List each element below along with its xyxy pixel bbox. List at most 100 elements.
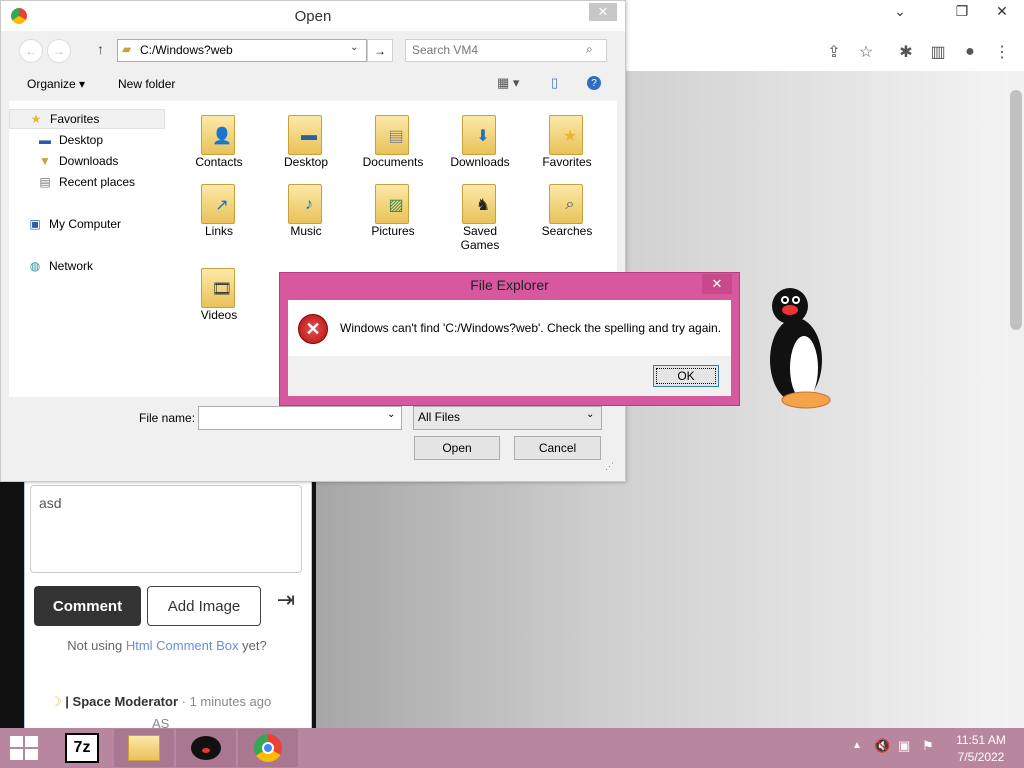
nav-desktop[interactable]: ▬ Desktop bbox=[37, 130, 103, 150]
page-scrollbar-thumb[interactable] bbox=[1010, 90, 1022, 330]
browser-close-button[interactable]: ✕ bbox=[986, 0, 1018, 22]
music-icon: ♪ bbox=[305, 196, 313, 213]
downloads-icon: ▼ bbox=[39, 154, 51, 168]
file-item-desktop[interactable]: ▬ Desktop bbox=[266, 109, 346, 169]
file-item-searches[interactable]: ⌕ Searches bbox=[527, 178, 607, 238]
preview-pane-icon[interactable]: ▯ bbox=[551, 75, 558, 91]
comment-meta: ☽ | Space Moderator · 1 minutes ago bbox=[50, 694, 271, 710]
nav-my-computer-label: My Computer bbox=[49, 217, 122, 231]
browser-minimize-button[interactable]: ⌄ bbox=[884, 0, 916, 22]
tray-time[interactable]: 11:51 AM bbox=[946, 733, 1016, 747]
open-dialog-close-button[interactable]: ✕ bbox=[589, 3, 617, 21]
address-text: C:/Windows?web bbox=[140, 43, 233, 57]
file-explorer-icon bbox=[128, 735, 160, 761]
file-item-documents[interactable]: ▤ Documents bbox=[353, 109, 433, 169]
help-icon[interactable]: ? bbox=[587, 76, 601, 90]
html-comment-box-link[interactable]: Html Comment Box bbox=[126, 638, 239, 653]
browser-restore-button[interactable]: ❐ bbox=[946, 0, 978, 22]
moderator-name[interactable]: | Space Moderator bbox=[65, 694, 178, 709]
chevron-down-icon[interactable]: ⌄ bbox=[350, 42, 358, 53]
nav-my-computer[interactable]: ▣ My Computer bbox=[27, 214, 121, 234]
navigation-pane: ★ Favorites ▬ Desktop ▼ Downloads ▤ Recent p… bbox=[9, 101, 169, 397]
file-label: Music bbox=[290, 224, 322, 238]
filetype-select[interactable]: All Files ⌄ bbox=[413, 406, 602, 430]
comment-textarea[interactable]: asd bbox=[30, 485, 302, 573]
documents-icon: ▤ bbox=[388, 128, 404, 145]
star-icon: ★ bbox=[30, 112, 42, 126]
search-input[interactable]: Search VM4 ⌕ bbox=[405, 39, 607, 62]
desktop-icon: ▬ bbox=[39, 133, 51, 147]
nav-favorites[interactable]: ★ Favorites bbox=[9, 109, 165, 129]
comment-time: · 1 minutes ago bbox=[181, 694, 272, 709]
go-arrow-icon[interactable]: → bbox=[367, 39, 393, 62]
search-icon[interactable]: ⌕ bbox=[586, 42, 593, 57]
7zip-icon: 7z bbox=[65, 733, 99, 763]
ok-button[interactable]: OK bbox=[653, 365, 719, 387]
volume-muted-icon[interactable]: 🔇 bbox=[874, 738, 890, 754]
file-label: Links bbox=[204, 224, 233, 238]
file-label: Favorites bbox=[542, 155, 592, 169]
computer-icon: ▣ bbox=[29, 217, 41, 231]
error-message: Windows can't find 'C:/Windows?web'. Che… bbox=[340, 321, 722, 335]
file-item-links[interactable]: ↗ Links bbox=[179, 178, 259, 238]
moon-icon: ☽ bbox=[50, 694, 62, 709]
error-icon: ✕ bbox=[298, 314, 328, 344]
tray-date[interactable]: 7/5/2022 bbox=[946, 750, 1016, 764]
filename-input[interactable]: ⌄ bbox=[198, 406, 402, 430]
file-item-pictures[interactable]: ▨ Pictures bbox=[353, 178, 433, 238]
view-options-icon[interactable]: ▦ ▾ bbox=[497, 75, 519, 91]
file-item-contacts[interactable]: 👤 Contacts bbox=[179, 109, 259, 169]
network-tray-icon[interactable]: ▣ bbox=[898, 738, 910, 754]
search-placeholder: Search VM4 bbox=[412, 43, 479, 57]
file-item-videos[interactable]: 🎞 Videos bbox=[179, 262, 259, 322]
nav-network-label: Network bbox=[49, 259, 94, 273]
error-dialog-title: File Explorer bbox=[470, 277, 549, 293]
taskbar-7zip[interactable]: 7z bbox=[52, 729, 112, 767]
error-dialog: File Explorer ✕ ✕ Windows can't find 'C:… bbox=[279, 272, 740, 406]
nav-recent-places[interactable]: ▤ Recent places bbox=[37, 172, 135, 192]
menu-icon[interactable]: ⋮ bbox=[990, 40, 1014, 64]
resize-grip-icon[interactable]: ⋰ bbox=[605, 461, 614, 472]
nav-downloads-label: Downloads bbox=[59, 154, 119, 168]
chevron-down-icon[interactable]: ⌄ bbox=[387, 409, 395, 420]
nav-network[interactable]: ◍ Network bbox=[27, 256, 93, 276]
desktop-icon: ▬ bbox=[301, 127, 317, 144]
action-center-icon[interactable]: ⚑ bbox=[922, 738, 934, 754]
address-bar[interactable]: ▰ C:/Windows?web ⌄ bbox=[117, 39, 367, 62]
cancel-button[interactable]: Cancel bbox=[514, 436, 601, 460]
login-icon[interactable]: ⇥ bbox=[272, 586, 300, 614]
taskbar-chrome[interactable] bbox=[238, 729, 298, 767]
file-item-music[interactable]: ♪ Music bbox=[266, 178, 346, 238]
file-item-downloads[interactable]: ⬇ Downloads bbox=[440, 109, 520, 169]
downloads-icon: ⬇ bbox=[476, 128, 490, 145]
organize-menu[interactable]: Organize ▾ bbox=[27, 77, 85, 91]
file-item-saved-games[interactable]: ♞ Saved Games bbox=[440, 178, 520, 252]
not-using-prefix: Not using bbox=[67, 638, 123, 653]
file-label: Documents bbox=[362, 155, 424, 169]
extensions-icon[interactable]: ✱ bbox=[894, 40, 918, 64]
error-dialog-body: ✕ Windows can't find 'C:/Windows?web'. C… bbox=[288, 300, 731, 356]
add-image-button[interactable]: Add Image bbox=[147, 586, 261, 626]
up-arrow-icon[interactable]: ↑ bbox=[97, 41, 104, 57]
new-folder-button[interactable]: New folder bbox=[118, 77, 175, 91]
tray-expand-icon[interactable]: ▲ bbox=[852, 740, 862, 751]
error-dialog-close-button[interactable]: ✕ bbox=[702, 274, 732, 294]
forward-arrow-icon[interactable]: → bbox=[47, 39, 71, 63]
sidebar-icon[interactable]: ▥ bbox=[926, 40, 950, 64]
chevron-down-icon[interactable]: ⌄ bbox=[586, 409, 594, 420]
file-item-favorites[interactable]: ★ Favorites bbox=[527, 109, 607, 169]
nav-downloads[interactable]: ▼ Downloads bbox=[37, 151, 118, 171]
taskbar-file-explorer[interactable] bbox=[114, 729, 174, 767]
back-arrow-icon[interactable]: ← bbox=[19, 39, 43, 63]
star-icon[interactable]: ☆ bbox=[854, 40, 878, 64]
open-button[interactable]: Open bbox=[414, 436, 500, 460]
nav-desktop-label: Desktop bbox=[59, 133, 104, 147]
searches-icon: ⌕ bbox=[565, 196, 575, 213]
share-icon[interactable]: ⇪ bbox=[822, 40, 846, 64]
filename-label: File name: bbox=[139, 411, 196, 425]
windows-start-icon[interactable] bbox=[10, 736, 38, 760]
taskbar-pingu-app[interactable] bbox=[176, 729, 236, 767]
profile-icon[interactable]: ● bbox=[958, 40, 982, 64]
comment-button[interactable]: Comment bbox=[34, 586, 141, 626]
organize-label: Organize bbox=[27, 77, 76, 91]
